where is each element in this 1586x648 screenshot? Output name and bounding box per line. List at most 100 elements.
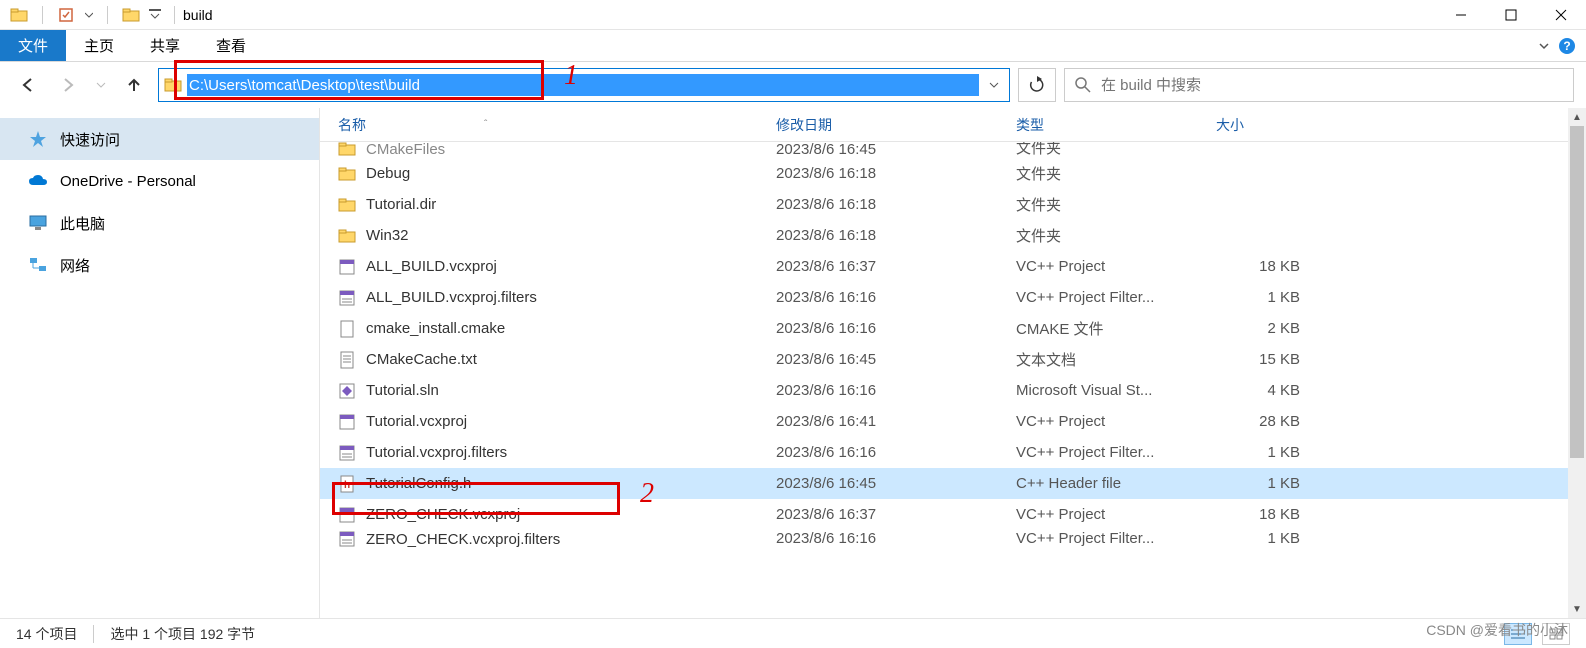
status-item-count: 14 个项目 [16, 624, 77, 644]
column-header-type[interactable]: 类型 [998, 115, 1198, 135]
properties-icon[interactable] [55, 4, 77, 26]
address-bar[interactable] [158, 68, 1010, 102]
file-date: 2023/8/6 16:18 [758, 227, 998, 244]
file-row[interactable]: CMakeCache.txt2023/8/6 16:45文本文档15 KB [320, 344, 1568, 375]
file-name: Tutorial.vcxproj.filters [366, 444, 507, 461]
ribbon-tabs: 文件 主页 共享 查看 ? [0, 30, 1586, 62]
txt-icon [338, 351, 356, 369]
sidebar-item-onedrive[interactable]: OneDrive - Personal [0, 160, 319, 202]
sidebar-item-label: 网络 [60, 255, 90, 276]
search-input[interactable] [1101, 77, 1563, 94]
file-name: ZERO_CHECK.vcxproj [366, 506, 520, 523]
file-name: ALL_BUILD.vcxproj [366, 258, 497, 275]
file-row[interactable]: Tutorial.vcxproj.filters 2023/8/6 16:16VC… [320, 437, 1568, 468]
file-row[interactable]: Tutorial.vcxproj2023/8/6 16:41VC++ Proje… [320, 406, 1568, 437]
titlebar: build [0, 0, 1586, 30]
file-row[interactable]: hTutorialConfig.h2023/8/6 16:45C++ Heade… [320, 468, 1568, 499]
status-bar: 14 个项目 选中 1 个项目 192 字节 [0, 618, 1586, 648]
file-row[interactable]: Tutorial.sln2023/8/6 16:16Microsoft Visu… [320, 375, 1568, 406]
refresh-button[interactable] [1018, 68, 1056, 102]
network-icon [28, 255, 48, 275]
navigation-pane: 快速访问 OneDrive - Personal 此电脑 网络 [0, 108, 320, 618]
file-name: Tutorial.vcxproj [366, 413, 467, 430]
tab-home[interactable]: 主页 [66, 30, 132, 61]
recent-dropdown-icon[interactable] [92, 69, 110, 101]
close-button[interactable] [1536, 0, 1586, 30]
file-list-pane: 名称ˆ 修改日期 类型 大小 CMakeFiles2023/8/6 16:45文… [320, 108, 1568, 618]
file-row[interactable]: ZERO_CHECK.vcxproj2023/8/6 16:37VC++ Pro… [320, 499, 1568, 530]
file-row[interactable]: ZERO_CHECK.vcxproj.filters2023/8/6 16:16… [320, 530, 1568, 552]
tab-share[interactable]: 共享 [132, 30, 198, 61]
file-type: VC++ Project Filter... [998, 289, 1198, 306]
file-row[interactable]: Win322023/8/6 16:18文件夹 [320, 220, 1568, 251]
file-date: 2023/8/6 16:16 [758, 444, 998, 461]
file-size: 18 KB [1198, 506, 1318, 523]
help-icon[interactable]: ? [1558, 37, 1576, 55]
file-icon [338, 320, 356, 338]
file-size: 1 KB [1198, 530, 1318, 547]
search-icon [1075, 77, 1091, 93]
tab-file[interactable]: 文件 [0, 30, 66, 61]
file-row[interactable]: cmake_install.cmake2023/8/6 16:16CMAKE 文… [320, 313, 1568, 344]
file-type: 文件夹 [998, 142, 1198, 158]
file-date: 2023/8/6 16:41 [758, 413, 998, 430]
tab-view[interactable]: 查看 [198, 30, 264, 61]
sidebar-item-quick-access[interactable]: 快速访问 [0, 118, 319, 160]
file-row[interactable]: ALL_BUILD.vcxproj.filters2023/8/6 16:16V… [320, 282, 1568, 313]
up-button[interactable] [118, 69, 150, 101]
file-name: CMakeFiles [366, 142, 445, 158]
file-type: VC++ Project Filter... [998, 530, 1198, 547]
scroll-up-icon[interactable]: ▲ [1568, 108, 1586, 126]
scroll-thumb[interactable] [1570, 126, 1584, 458]
file-type: Microsoft Visual St... [998, 382, 1198, 399]
folder-icon [8, 4, 30, 26]
file-list[interactable]: CMakeFiles2023/8/6 16:45文件夹 Debug 2023/8/6… [320, 142, 1568, 618]
file-date: 2023/8/6 16:18 [758, 165, 998, 182]
file-size: 2 KB [1198, 320, 1318, 337]
search-box[interactable] [1064, 68, 1574, 102]
minimize-button[interactable] [1436, 0, 1486, 30]
address-dropdown-icon[interactable] [979, 79, 1009, 91]
address-input[interactable] [187, 74, 979, 96]
forward-button[interactable] [52, 69, 84, 101]
file-type: VC++ Project Filter... [998, 444, 1198, 461]
file-size: 15 KB [1198, 351, 1318, 368]
sidebar-item-network[interactable]: 网络 [0, 244, 319, 286]
sort-indicator-icon: ˆ [484, 119, 487, 130]
sidebar-item-this-pc[interactable]: 此电脑 [0, 202, 319, 244]
file-size: 1 KB [1198, 289, 1318, 306]
file-date: 2023/8/6 16:16 [758, 320, 998, 337]
file-row[interactable]: Tutorial.dir2023/8/6 16:18文件夹 [320, 189, 1568, 220]
column-header-date[interactable]: 修改日期 [758, 115, 998, 135]
column-header-name[interactable]: 名称ˆ [320, 115, 758, 135]
file-size: 18 KB [1198, 258, 1318, 275]
ribbon-expand-icon[interactable] [1538, 40, 1550, 52]
pc-icon [28, 213, 48, 233]
column-header-size[interactable]: 大小 [1198, 115, 1318, 135]
qat-dropdown-icon[interactable] [83, 4, 95, 26]
sidebar-item-label: 此电脑 [60, 213, 105, 234]
sln-icon [338, 382, 356, 400]
filters-icon [338, 444, 356, 462]
scroll-down-icon[interactable]: ▼ [1568, 600, 1586, 618]
filters-icon [338, 530, 356, 548]
file-row[interactable]: CMakeFiles2023/8/6 16:45文件夹 [320, 142, 1568, 158]
back-button[interactable] [12, 69, 44, 101]
file-row[interactable]: Debug 2023/8/6 16:18文件夹 [320, 158, 1568, 189]
vcxproj-icon [338, 506, 356, 524]
ribbon-dropdown-icon[interactable] [148, 4, 162, 26]
folder-icon [159, 76, 187, 94]
folder-icon [338, 142, 356, 158]
file-size: 28 KB [1198, 413, 1318, 430]
file-type: 文件夹 [998, 163, 1198, 184]
file-name: ALL_BUILD.vcxproj.filters [366, 289, 537, 306]
file-row[interactable]: ALL_BUILD.vcxproj2023/8/6 16:37VC++ Proj… [320, 251, 1568, 282]
file-type: 文本文档 [998, 349, 1198, 370]
column-headers: 名称ˆ 修改日期 类型 大小 [320, 108, 1568, 142]
status-selection: 选中 1 个项目 192 字节 [110, 624, 255, 644]
maximize-button[interactable] [1486, 0, 1536, 30]
vertical-scrollbar[interactable]: ▲ ▼ [1568, 108, 1586, 618]
vcxproj-icon [338, 413, 356, 431]
star-icon [28, 129, 48, 149]
file-name: Debug [366, 165, 410, 182]
